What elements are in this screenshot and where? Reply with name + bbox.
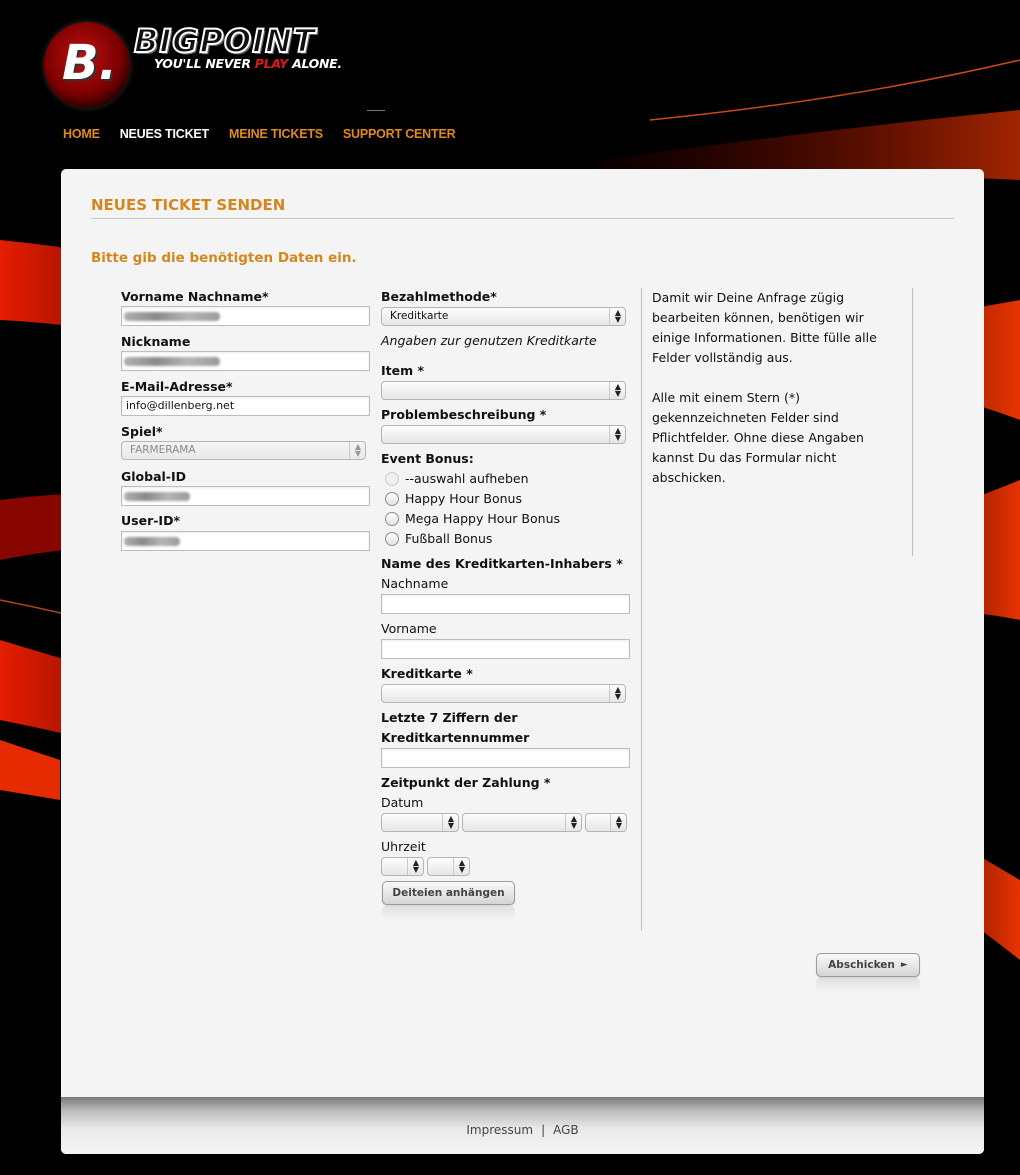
game-label: Spiel*	[121, 424, 163, 439]
column-divider	[641, 288, 642, 931]
radio-icon[interactable]	[385, 531, 399, 546]
select-arrows-icon: ▲ ▼	[354, 442, 361, 458]
item-select[interactable]: ▲ ▼	[381, 381, 626, 400]
redacted-nickname	[124, 357, 220, 366]
select-arrows-icon: ▲ ▼	[570, 814, 577, 830]
submit-button-reflection	[816, 978, 920, 992]
select-arrows-icon: ▲ ▼	[614, 685, 621, 701]
name-field[interactable]	[121, 306, 370, 326]
radio-icon[interactable]	[385, 471, 399, 486]
help-divider	[912, 288, 913, 556]
game-select[interactable]: FARMERAMA ▲ ▼	[121, 441, 366, 460]
radio-icon[interactable]	[385, 511, 399, 526]
card-info-note: Angaben zur genutzen Kreditkarte	[381, 333, 597, 348]
select-arrows-icon: ▲ ▼	[458, 858, 465, 874]
bonus-option-label: Happy Hour Bonus	[405, 491, 522, 506]
select-arrows-icon: ▲ ▼	[615, 814, 622, 830]
attach-files-button[interactable]: Deiteien anhängen	[382, 881, 515, 905]
page-title: NEUES TICKET SENDEN	[91, 196, 286, 214]
credit-card-label: Kreditkarte *	[381, 666, 473, 681]
item-label: Item *	[381, 363, 425, 378]
payment-time-label: Zeitpunkt der Zahlung *	[381, 775, 551, 790]
bonus-option-label: Mega Happy Hour Bonus	[405, 511, 561, 526]
game-select-value: FARMERAMA	[130, 444, 196, 456]
date-label: Datum	[381, 795, 424, 810]
select-arrows-icon: ▲ ▼	[614, 382, 621, 398]
nav-my-tickets[interactable]: MEINE TICKETS	[229, 127, 323, 141]
redacted-user-id	[124, 537, 180, 546]
lastname-field[interactable]	[381, 594, 630, 614]
bonus-option-happy-hour[interactable]: Happy Hour Bonus	[381, 491, 522, 506]
card-digits-field[interactable]	[381, 748, 630, 768]
submit-label: Abschicken	[828, 959, 895, 971]
footer-impressum-link[interactable]: Impressum	[466, 1123, 533, 1137]
time-minute-select[interactable]: ▲ ▼	[427, 857, 470, 876]
payment-method-value: Kreditkarte	[390, 310, 449, 322]
attach-files-label: Deiteien anhängen	[392, 887, 505, 899]
user-id-label: User-ID*	[121, 513, 180, 528]
attach-button-reflection	[382, 906, 515, 920]
redacted-global-id	[124, 492, 190, 501]
name-label: Vorname Nachname*	[121, 289, 269, 304]
nav-home[interactable]: HOME	[63, 127, 100, 141]
bonus-option-mega-happy-hour[interactable]: Mega Happy Hour Bonus	[381, 511, 560, 526]
bonus-option-label: Fußball Bonus	[405, 531, 493, 546]
select-arrows-icon: ▲ ▼	[447, 814, 454, 830]
main-nav: HOME NEUES TICKET MEINE TICKETS SUPPORT …	[63, 127, 475, 141]
nav-new-ticket[interactable]: NEUES TICKET	[120, 127, 209, 141]
nickname-label: Nickname	[121, 334, 191, 349]
time-label: Uhrzeit	[381, 839, 426, 854]
email-label: E-Mail-Adresse*	[121, 379, 233, 394]
arrow-right-icon: ►	[900, 960, 908, 970]
problem-label: Problembeschreibung *	[381, 407, 547, 422]
title-divider	[91, 218, 954, 219]
email-field[interactable]: info@dillenberg.net	[121, 396, 370, 416]
radio-icon[interactable]	[385, 491, 399, 506]
help-text: Damit wir Deine Anfrage zügig bearbeiten…	[652, 288, 892, 508]
bonus-option-football[interactable]: Fußball Bonus	[381, 531, 492, 546]
select-arrows-icon: ▲ ▼	[614, 308, 621, 324]
select-arrows-icon: ▲ ▼	[412, 858, 419, 874]
brand-name: BIGPOINT	[133, 21, 316, 61]
logo-divider	[367, 110, 385, 111]
card-digits-label-2: Kreditkartennummer	[381, 730, 530, 745]
date-day-select[interactable]: ▲ ▼	[381, 813, 459, 832]
event-bonus-label: Event Bonus:	[381, 451, 474, 466]
submit-button[interactable]: Abschicken ►	[816, 953, 920, 977]
bigpoint-logo[interactable]: B. BIGPOINT YOU'LL NEVER PLAY ALONE.	[42, 20, 387, 111]
help-paragraph-1: Damit wir Deine Anfrage zügig bearbeiten…	[652, 290, 877, 365]
footer-links: Impressum | AGB	[61, 1123, 984, 1137]
intro-text: Bitte gib die benötigten Daten ein.	[91, 250, 357, 266]
global-id-label: Global-ID	[121, 469, 187, 484]
card-holder-label: Name des Kreditkarten-Inhabers *	[381, 556, 623, 571]
date-month-select[interactable]: ▲ ▼	[462, 813, 582, 832]
firstname-label: Vorname	[381, 621, 437, 636]
problem-select[interactable]: ▲ ▼	[381, 425, 626, 444]
help-paragraph-2: Alle mit einem Stern (*) gekennzeichnete…	[652, 390, 864, 485]
payment-method-label: Bezahlmethode*	[381, 289, 497, 304]
footer-agb-link[interactable]: AGB	[553, 1123, 579, 1137]
logo-letter: B.	[62, 35, 117, 91]
nickname-field[interactable]	[121, 351, 370, 371]
bonus-option-label: --auswahl aufheben	[405, 471, 529, 486]
date-year-select[interactable]: ▲ ▼	[585, 813, 627, 832]
time-hour-select[interactable]: ▲ ▼	[381, 857, 424, 876]
ticket-panel: NEUES TICKET SENDEN Bitte gib die benöti…	[61, 169, 984, 1154]
lastname-label: Nachname	[381, 576, 449, 591]
firstname-field[interactable]	[381, 639, 630, 659]
global-id-field[interactable]	[121, 486, 370, 506]
brand-tagline: YOU'LL NEVER PLAY ALONE.	[154, 56, 342, 71]
card-digits-label-1: Letzte 7 Ziffern der	[381, 710, 518, 725]
footer-separator: |	[541, 1123, 546, 1137]
payment-method-select[interactable]: Kreditkarte ▲ ▼	[381, 307, 626, 326]
bonus-option-clear[interactable]: --auswahl aufheben	[381, 471, 529, 486]
user-id-field[interactable]	[121, 531, 370, 551]
select-arrows-icon: ▲ ▼	[614, 426, 621, 442]
nav-support-center[interactable]: SUPPORT CENTER	[343, 127, 456, 141]
redacted-name	[124, 312, 220, 321]
credit-card-select[interactable]: ▲ ▼	[381, 684, 626, 703]
